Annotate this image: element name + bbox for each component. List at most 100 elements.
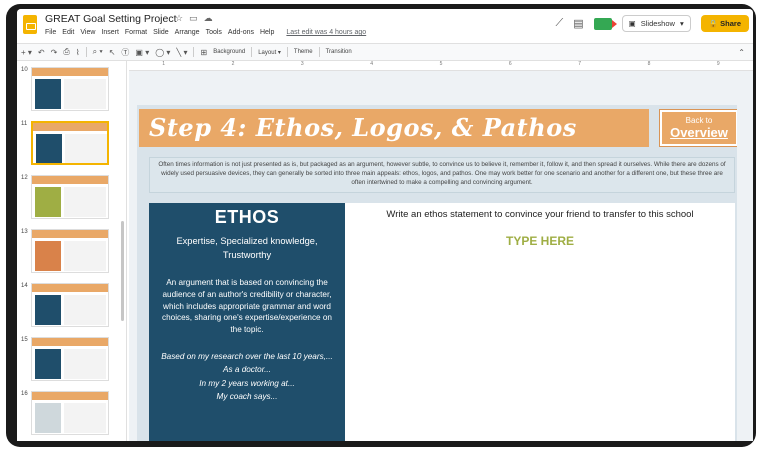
thumbnail-panel: [35, 403, 61, 433]
slideshow-button[interactable]: ▣ Slideshow ▾: [621, 15, 691, 32]
ethos-panel[interactable]: ETHOS Expertise, Specialized knowledge, …: [149, 203, 345, 441]
slide-number: 11: [21, 121, 28, 127]
cloud-icon[interactable]: ☁: [204, 13, 219, 23]
slide-thumbnail[interactable]: [31, 283, 109, 327]
ethos-example: Based on my research over the last 10 ye…: [161, 352, 333, 362]
thumbnail-panel: [35, 241, 61, 271]
folder-icon[interactable]: ▭: [189, 13, 204, 23]
chevron-up-icon[interactable]: ⌃: [738, 48, 745, 57]
thumbnail-header: [32, 230, 108, 238]
thumbnail-panel: [35, 187, 61, 217]
ruler-mark: 5: [439, 61, 443, 67]
menu-view[interactable]: View: [80, 29, 95, 36]
menu-format[interactable]: Format: [125, 29, 147, 36]
thumbnail-header: [32, 68, 108, 76]
layout-button[interactable]: Layout ▾: [258, 49, 281, 56]
toolbar-divider: [85, 47, 87, 57]
slide-filmstrip: 10 11 12 13 14 15 16: [17, 61, 127, 441]
filmstrip-scrollbar[interactable]: [121, 221, 124, 321]
print-icon[interactable]: ⎙: [63, 47, 69, 57]
zoom-icon[interactable]: ⌕ ▾: [93, 47, 103, 57]
ruler-mark: 3: [300, 61, 304, 67]
ethos-example: As a doctor...: [223, 365, 271, 375]
ruler-mark: 2: [231, 61, 235, 67]
layout-label: Layout: [258, 49, 277, 56]
toolbar-divider: [193, 47, 195, 57]
thumbnail-panel: [35, 349, 61, 379]
overview-link[interactable]: Overview: [670, 125, 728, 140]
slide-number: 14: [21, 283, 28, 289]
last-edit-link[interactable]: Last edit was 4 hours ago: [286, 29, 366, 36]
thumbnail-header: [32, 338, 108, 346]
ruler-mark: 7: [578, 61, 582, 67]
thumbnail-panel: [35, 295, 61, 325]
slides-logo-icon[interactable]: [23, 15, 37, 34]
thumbnail-content: [64, 187, 106, 217]
ethos-example: My coach says...: [216, 391, 278, 401]
menu-insert[interactable]: Insert: [101, 29, 119, 36]
thumbnail-header: [32, 392, 108, 400]
menu-tools[interactable]: Tools: [206, 29, 222, 36]
document-title[interactable]: GREAT Goal Setting Project: [45, 13, 177, 25]
comments-icon[interactable]: ▤: [573, 17, 583, 30]
slide[interactable]: Step 4: Ethos, Logos, & Pathos Back to O…: [137, 105, 737, 441]
toolbar: + ▾ ↶ ↷ ⎙ ⌇ ⌕ ▾ ↖ Ⓣ ▣ ▾ ◯ ▾ ╲ ▾ ⊞ Backgr…: [17, 43, 753, 61]
thumbnail-header: [32, 176, 108, 184]
theme-button[interactable]: Theme: [294, 49, 313, 55]
intro-text[interactable]: Often times information is not just pres…: [149, 157, 735, 193]
back-to-overview-button[interactable]: Back to Overview: [659, 109, 737, 147]
ethos-prompt: Write an ethos statement to convince you…: [386, 209, 694, 220]
slide-number: 10: [21, 67, 28, 73]
redo-icon[interactable]: ↷: [51, 48, 58, 57]
text-box-icon[interactable]: Ⓣ: [121, 47, 129, 58]
slide-thumbnail[interactable]: [31, 67, 109, 111]
slide-thumbnail[interactable]: [31, 175, 109, 219]
ethos-subtitle: Expertise, Specialized knowledge, Trustw…: [176, 236, 318, 261]
ruler-mark: 1: [162, 61, 166, 67]
toolbar-divider: [251, 47, 253, 57]
menu-bar: File Edit View Insert Format Slide Arran…: [45, 29, 366, 36]
image-icon[interactable]: ▣ ▾: [135, 48, 149, 57]
menu-arrange[interactable]: Arrange: [175, 29, 200, 36]
menu-addons[interactable]: Add-ons: [228, 29, 254, 36]
ruler-mark: 8: [647, 61, 651, 67]
ethos-example: In my 2 years working at...: [199, 378, 295, 388]
slide-thumbnail[interactable]: [31, 121, 109, 165]
slide-thumbnail[interactable]: [31, 229, 109, 273]
title-bar: GREAT Goal Setting Project ☆▭☁ File Edit…: [17, 9, 753, 43]
ethos-definition: An argument that is based on convincing …: [162, 277, 332, 335]
menu-help[interactable]: Help: [260, 29, 274, 36]
menu-file[interactable]: File: [45, 29, 56, 36]
line-icon[interactable]: ╲ ▾: [176, 48, 187, 57]
back-to-label: Back to: [685, 116, 713, 125]
meet-icon[interactable]: [593, 17, 617, 30]
activity-trend-icon[interactable]: ⟋: [556, 17, 564, 30]
menu-slide[interactable]: Slide: [153, 29, 169, 36]
new-slide-icon[interactable]: + ▾: [21, 48, 32, 57]
slide-title-band: Step 4: Ethos, Logos, & Pathos: [139, 109, 649, 147]
share-button[interactable]: 🔒 Share: [700, 15, 749, 32]
slide-thumbnail[interactable]: [31, 391, 109, 435]
ethos-heading: ETHOS: [214, 207, 280, 227]
paint-format-icon[interactable]: ⌇: [76, 48, 80, 57]
app-window: GREAT Goal Setting Project ☆▭☁ File Edit…: [17, 9, 753, 441]
comment-icon[interactable]: ⊞: [200, 48, 207, 57]
thumbnail-content: [65, 134, 107, 163]
type-here-textbox[interactable]: TYPE HERE: [345, 234, 735, 248]
transition-button[interactable]: Transition: [326, 49, 352, 55]
slide-thumbnail[interactable]: [31, 337, 109, 381]
shape-icon[interactable]: ◯ ▾: [155, 48, 170, 57]
undo-icon[interactable]: ↶: [38, 48, 45, 57]
thumbnail-content: [64, 295, 106, 325]
select-icon[interactable]: ↖: [109, 48, 116, 57]
thumbnail-panel: [36, 134, 62, 163]
toolbar-divider: [318, 47, 320, 57]
response-panel[interactable]: Write an ethos statement to convince you…: [345, 203, 735, 441]
lock-icon: 🔒: [708, 19, 719, 28]
background-button[interactable]: Background: [213, 49, 245, 55]
chevron-down-icon[interactable]: ▾: [680, 19, 684, 28]
slide-title[interactable]: Step 4: Ethos, Logos, & Pathos: [149, 113, 577, 142]
menu-edit[interactable]: Edit: [62, 29, 74, 36]
present-icon: ▣: [628, 19, 636, 28]
star-icon[interactable]: ☆: [175, 13, 189, 23]
